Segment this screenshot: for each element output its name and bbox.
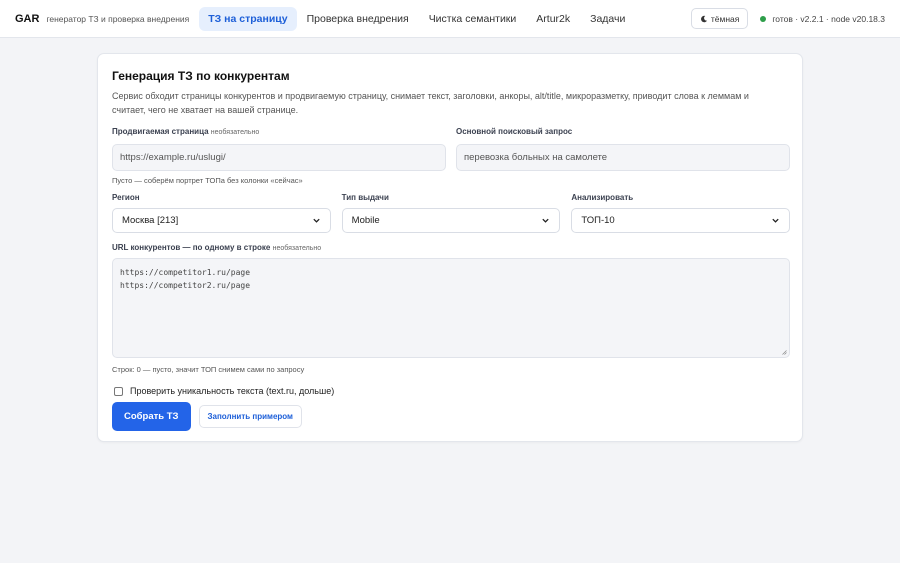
page-field-hint: Пусто — соберём портрет ТОПа без колонки… [112, 176, 303, 185]
nav-tab-tz[interactable]: ТЗ на страницу [199, 6, 297, 31]
analyze-label: Анализировать [571, 193, 634, 202]
url-placeholder-line: https://competitor2.ru/page [120, 281, 251, 290]
submit-button[interactable]: Собрать ТЗ [112, 402, 191, 431]
nav-tab-artur2k[interactable]: Artur2k [526, 7, 580, 31]
analyze-select[interactable]: ТОП-10 [571, 208, 791, 233]
uniqueness-checkbox[interactable] [114, 386, 123, 396]
theme-toggle-label: тёмная [710, 13, 740, 24]
page-url-input[interactable]: https://example.ru/uslugi/ [112, 144, 446, 171]
query-field-label: Основной поисковый запрос [456, 127, 573, 136]
theme-toggle-button[interactable]: тёмная [690, 8, 749, 29]
competitor-urls-textarea[interactable]: https://competitor1.ru/page https://comp… [112, 258, 790, 358]
status-dot-icon [760, 15, 767, 22]
resize-handle-icon[interactable] [781, 349, 787, 355]
main-nav: ТЗ на страницу Проверка внедрения Чистка… [199, 6, 635, 31]
form-description: Сервис обходит страницы конкурентов и пр… [112, 91, 749, 115]
chevron-down-icon [313, 218, 320, 223]
brand-subtitle: генератор ТЗ и проверка внедрения [46, 13, 190, 24]
chevron-down-icon [542, 218, 549, 223]
nav-tab-semantics[interactable]: Чистка семантики [419, 7, 527, 31]
page-field-label: Продвигаемая страница необязательно [112, 127, 260, 136]
nav-tab-tasks[interactable]: Задачи [580, 7, 635, 31]
top-bar: GAR генератор ТЗ и проверка внедрения ТЗ… [0, 0, 900, 38]
urls-line-count-hint: Строк: 0 — пусто, значит ТОП снимем сами… [112, 365, 305, 374]
urls-optional-note: необязательно [272, 245, 322, 252]
chevron-down-icon [772, 218, 779, 223]
serp-type-select[interactable]: Mobile [341, 208, 561, 233]
moon-icon [700, 15, 707, 22]
region-select-value: Москва [213] [122, 215, 179, 226]
nav-tab-check[interactable]: Проверка внедрения [297, 7, 419, 31]
competitor-urls-label: URL конкурентов — по одному в строке нео… [112, 243, 322, 252]
status-indicator: готов · v2.2.1 · node v20.18.3 [760, 14, 885, 24]
serp-type-label: Тип выдачи [341, 193, 389, 202]
url-placeholder-line: https://competitor1.ru/page [120, 268, 251, 277]
uniqueness-checkbox-row[interactable]: Проверить уникальность текста (text.ru, … [114, 386, 334, 396]
page-optional-note: необязательно [210, 129, 260, 136]
tz-form-card: Генерация ТЗ по конкурентам Сервис обход… [97, 53, 803, 442]
serp-type-value: Mobile [351, 215, 380, 226]
form-title: Генерация ТЗ по конкурентам [112, 69, 290, 83]
region-select[interactable]: Москва [213] [112, 208, 331, 233]
query-input[interactable]: перевозка больных на самолете [456, 144, 790, 171]
region-label: Регион [112, 193, 140, 202]
uniqueness-checkbox-label: Проверить уникальность текста (text.ru, … [130, 386, 335, 396]
analyze-select-value: ТОП-10 [581, 215, 615, 226]
brand-logo[interactable]: GAR [15, 13, 39, 25]
fill-example-button[interactable]: Заполнить примером [198, 405, 302, 428]
status-text: готов · v2.2.1 · node v20.18.3 [772, 13, 885, 24]
